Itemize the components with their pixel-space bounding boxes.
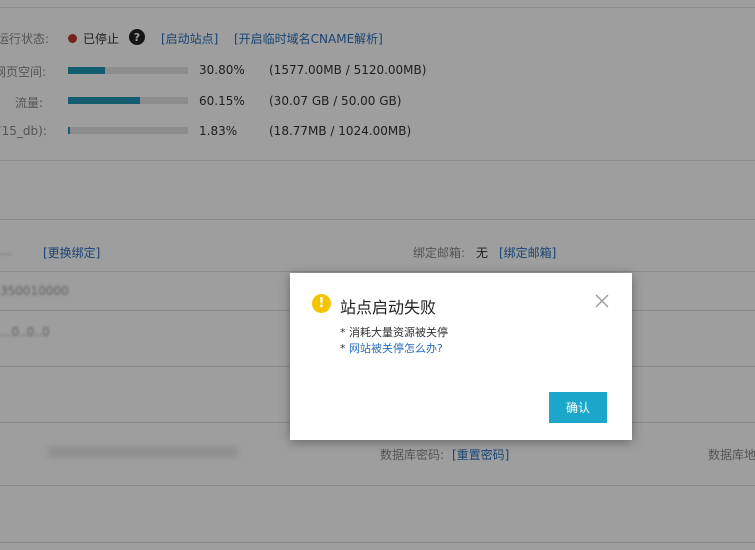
dialog-title: 站点启动失败 [340, 298, 437, 317]
confirm-button[interactable]: 确认 [549, 392, 607, 423]
start-failed-dialog: ! 站点启动失败 * 消耗大量资源被关停 * 网站被关停怎么办? 确认 [290, 273, 632, 440]
warning-icon: ! [312, 294, 331, 313]
close-icon[interactable] [594, 293, 610, 309]
dialog-help-bullet: * [340, 342, 346, 355]
suspended-help-link[interactable]: 网站被关停怎么办? [349, 342, 443, 355]
dialog-help-line: * 网站被关停怎么办? [340, 340, 443, 356]
dialog-reason: * 消耗大量资源被关停 [340, 326, 448, 339]
